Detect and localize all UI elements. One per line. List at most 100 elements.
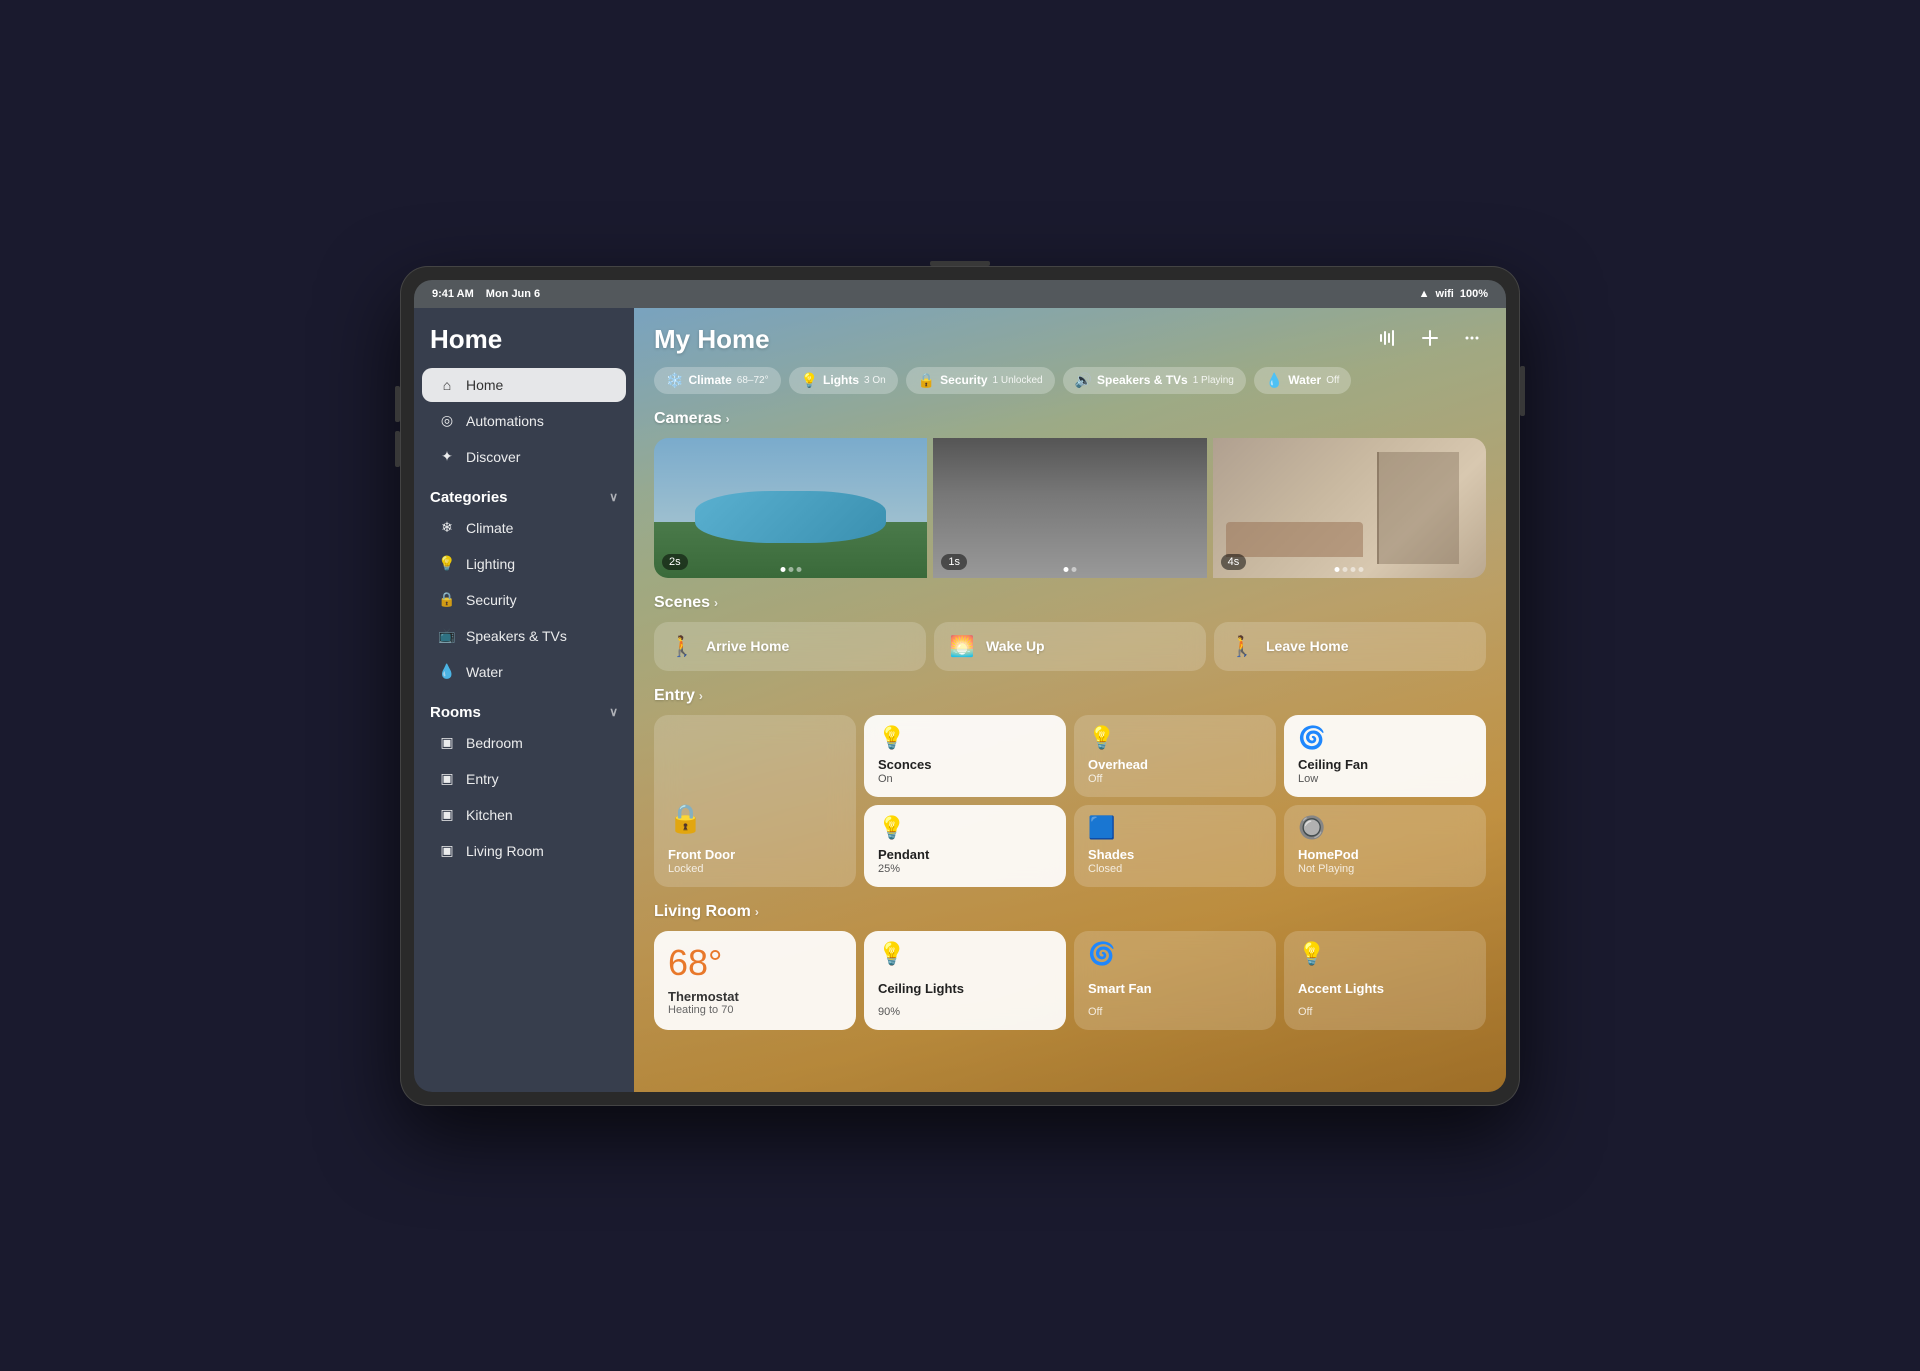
entry-section-label: Entry bbox=[654, 687, 695, 705]
living-room-section-label: Living Room bbox=[654, 903, 751, 921]
sconces-icon: 💡 bbox=[878, 727, 905, 749]
battery-indicator: 100% bbox=[1460, 288, 1488, 300]
device-shades[interactable]: 🟦 Shades Closed bbox=[1074, 805, 1276, 887]
volume-down-button[interactable] bbox=[395, 431, 400, 467]
rooms-chevron: ∨ bbox=[609, 705, 618, 719]
smart-fan-name: Smart Fan bbox=[1088, 981, 1262, 996]
shades-status: Closed bbox=[1088, 863, 1262, 875]
siri-button[interactable] bbox=[1374, 324, 1402, 352]
pendant-status: 25% bbox=[878, 863, 1052, 875]
security-pill-label: Security bbox=[940, 373, 987, 387]
sidebar-item-entry[interactable]: ▣ Entry bbox=[422, 762, 626, 796]
pill-security[interactable]: 🔒 Security 1 Unlocked bbox=[906, 367, 1055, 394]
pill-water[interactable]: 💧 Water Off bbox=[1254, 367, 1352, 394]
sidebar-entry-label: Entry bbox=[466, 771, 499, 787]
homepod-status: Not Playing bbox=[1298, 863, 1472, 875]
pill-climate[interactable]: ❄️ Climate 68–72° bbox=[654, 367, 781, 394]
sidebar-item-home[interactable]: ⌂ Home bbox=[422, 368, 626, 402]
device-accent-lights[interactable]: 💡 Accent Lights Off bbox=[1284, 931, 1486, 1030]
water-pill-label: Water bbox=[1288, 373, 1321, 387]
categories-title: Categories bbox=[430, 489, 508, 506]
device-ceiling-lights[interactable]: 💡 Ceiling Lights 90% bbox=[864, 931, 1066, 1030]
sidebar-item-bedroom[interactable]: ▣ Bedroom bbox=[422, 726, 626, 760]
sidebar-item-living-room[interactable]: ▣ Living Room bbox=[422, 834, 626, 868]
device-front-door[interactable]: 🔒 Front Door Locked bbox=[654, 715, 856, 887]
camera-garage[interactable]: 1s bbox=[933, 438, 1206, 578]
sconces-tile-top: 💡 bbox=[878, 727, 1052, 749]
water-icon: 💧 bbox=[438, 663, 456, 681]
cameras-section-label: Cameras bbox=[654, 410, 722, 428]
device-ceiling-fan-entry[interactable]: 🌀 Ceiling Fan Low bbox=[1284, 715, 1486, 797]
ipad-screen: 9:41 AM Mon Jun 6 ▲ wifi 100% Home ⌂ Hom… bbox=[414, 280, 1506, 1092]
camera-garage-badge: 1s bbox=[941, 554, 967, 570]
sidebar-item-water[interactable]: 💧 Water bbox=[422, 655, 626, 689]
device-pendant[interactable]: 💡 Pendant 25% bbox=[864, 805, 1066, 887]
ceiling-fan-tile-top: 🌀 bbox=[1298, 727, 1472, 749]
scene-wake-up[interactable]: 🌅 Wake Up bbox=[934, 622, 1206, 671]
accent-lights-tile-top: 💡 bbox=[1298, 943, 1472, 965]
more-button[interactable] bbox=[1458, 324, 1486, 352]
entry-device-grid: 🔒 Front Door Locked 💡 Sconces On bbox=[654, 715, 1486, 887]
status-bar: 9:41 AM Mon Jun 6 ▲ wifi 100% bbox=[414, 280, 1506, 308]
top-button[interactable] bbox=[930, 261, 990, 266]
arrive-home-label: Arrive Home bbox=[706, 638, 789, 654]
add-button[interactable] bbox=[1416, 324, 1444, 352]
sidebar-item-kitchen[interactable]: ▣ Kitchen bbox=[422, 798, 626, 832]
right-panel: My Home ❄️ Climate 68–72° 💡 Lights 3 On … bbox=[634, 308, 1506, 1092]
shades-icon: 🟦 bbox=[1088, 817, 1115, 839]
device-smart-fan[interactable]: 🌀 Smart Fan Off bbox=[1074, 931, 1276, 1030]
status-bar-right: ▲ wifi 100% bbox=[1419, 288, 1488, 300]
power-button[interactable] bbox=[1520, 366, 1525, 416]
pill-speakers[interactable]: 🔊 Speakers & TVs 1 Playing bbox=[1063, 367, 1246, 394]
sidebar-security-label: Security bbox=[466, 592, 517, 608]
scene-leave-home[interactable]: 🚶 Leave Home bbox=[1214, 622, 1486, 671]
cameras-section-header[interactable]: Cameras › bbox=[654, 410, 1486, 428]
sidebar-item-climate[interactable]: ❄ Climate bbox=[422, 511, 626, 545]
leave-home-label: Leave Home bbox=[1266, 638, 1348, 654]
sidebar-item-discover[interactable]: ✦ Discover bbox=[422, 440, 626, 474]
device-homepod[interactable]: 🔘 HomePod Not Playing bbox=[1284, 805, 1486, 887]
camera-room-badge: 4s bbox=[1221, 554, 1247, 570]
entry-section-header[interactable]: Entry › bbox=[654, 687, 1486, 705]
entry-chevron: › bbox=[699, 689, 703, 703]
ceiling-lights-tile-top: 💡 bbox=[878, 943, 1052, 965]
pendant-icon: 💡 bbox=[878, 817, 905, 839]
overhead-icon: 💡 bbox=[1088, 727, 1115, 749]
water-pill-icon: 💧 bbox=[1266, 372, 1283, 389]
sidebar-item-automations[interactable]: ◎ Automations bbox=[422, 404, 626, 438]
sidebar-home-label: Home bbox=[466, 377, 503, 393]
camera-room[interactable]: 4s bbox=[1213, 438, 1486, 578]
pill-lights[interactable]: 💡 Lights 3 On bbox=[789, 367, 898, 394]
sidebar-item-security[interactable]: 🔒 Security bbox=[422, 583, 626, 617]
categories-header[interactable]: Categories ∨ bbox=[414, 475, 634, 510]
speakers-pill-sub: 1 Playing bbox=[1193, 375, 1234, 386]
ipad-frame: 9:41 AM Mon Jun 6 ▲ wifi 100% Home ⌂ Hom… bbox=[400, 266, 1520, 1106]
sidebar-item-speakers[interactable]: 📺 Speakers & TVs bbox=[422, 619, 626, 653]
camera-pool[interactable]: 2s bbox=[654, 438, 927, 578]
sidebar-living-room-label: Living Room bbox=[466, 843, 544, 859]
leave-home-icon: 🚶 bbox=[1228, 634, 1256, 659]
rooms-header[interactable]: Rooms ∨ bbox=[414, 690, 634, 725]
wake-up-icon: 🌅 bbox=[948, 634, 976, 659]
wifi-icon: wifi bbox=[1436, 288, 1454, 300]
scene-arrive-home[interactable]: 🚶 Arrive Home bbox=[654, 622, 926, 671]
volume-up-button[interactable] bbox=[395, 386, 400, 422]
lighting-icon: 💡 bbox=[438, 555, 456, 573]
water-pill-sub: Off bbox=[1326, 375, 1339, 386]
living-room-section-header[interactable]: Living Room › bbox=[654, 903, 1486, 921]
lights-pill-sub: 3 On bbox=[864, 375, 886, 386]
scenes-section-header[interactable]: Scenes › bbox=[654, 594, 1486, 612]
sidebar-item-lighting[interactable]: 💡 Lighting bbox=[422, 547, 626, 581]
device-thermostat[interactable]: 68° Thermostat Heating to 70 bbox=[654, 931, 856, 1030]
smart-fan-status: Off bbox=[1088, 1006, 1262, 1018]
homepod-name: HomePod bbox=[1298, 847, 1472, 862]
pendant-name: Pendant bbox=[878, 847, 1052, 862]
sidebar-discover-label: Discover bbox=[466, 449, 520, 465]
living-room-device-grid: 68° Thermostat Heating to 70 💡 Ceiling L… bbox=[654, 931, 1486, 1030]
smart-fan-tile-top: 🌀 bbox=[1088, 943, 1262, 965]
accent-lights-name: Accent Lights bbox=[1298, 981, 1472, 996]
overhead-name: Overhead bbox=[1088, 757, 1262, 772]
ceiling-fan-icon: 🌀 bbox=[1298, 727, 1325, 749]
device-sconces[interactable]: 💡 Sconces On bbox=[864, 715, 1066, 797]
device-overhead[interactable]: 💡 Overhead Off bbox=[1074, 715, 1276, 797]
